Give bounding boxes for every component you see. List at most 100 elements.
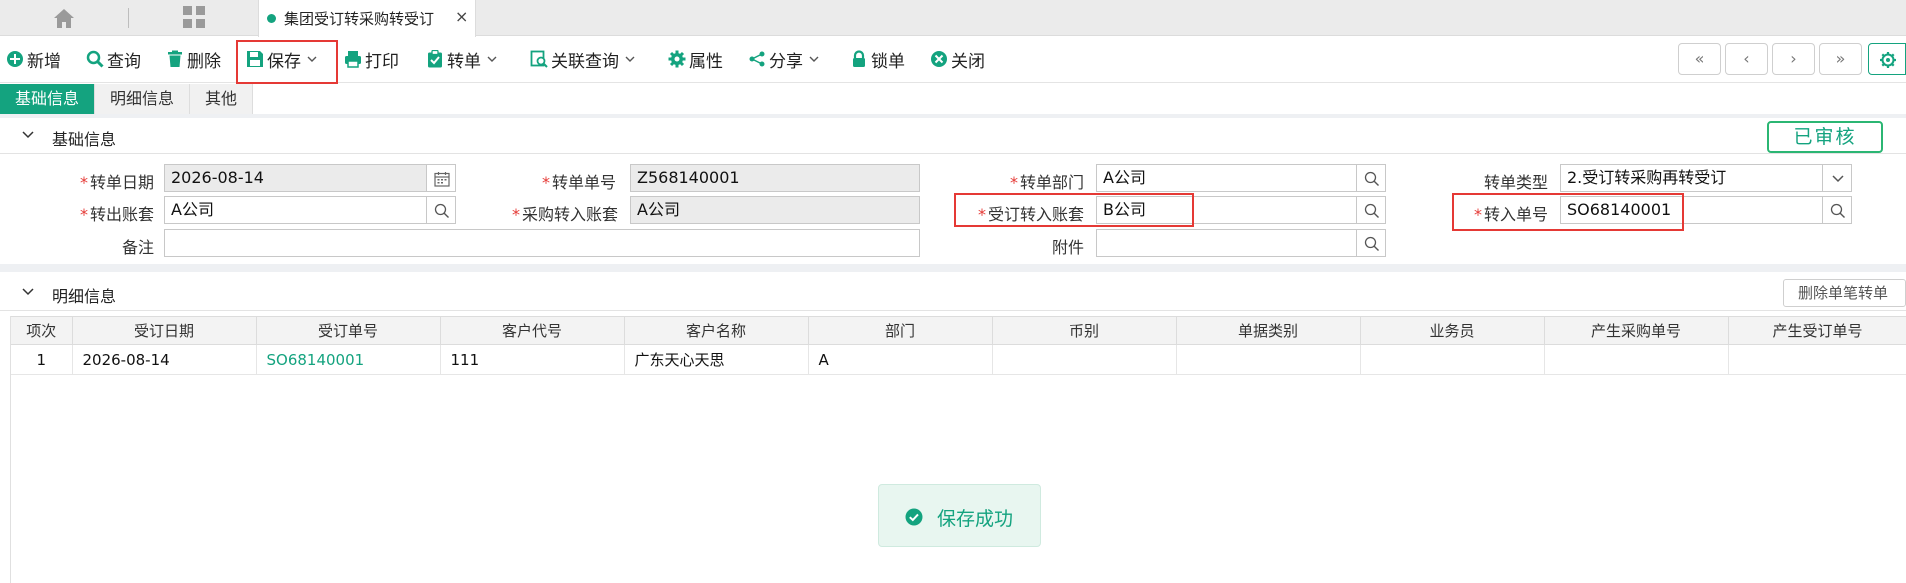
detail-info-section-header[interactable]: 明细信息 (0, 275, 1906, 311)
lock-icon (853, 50, 865, 67)
column-header[interactable]: 产生采购单号 (1544, 316, 1729, 345)
column-header[interactable]: 产生受订单号 (1728, 316, 1906, 345)
trash-icon (168, 50, 182, 67)
remark-field[interactable] (164, 229, 920, 257)
search-icon (434, 203, 449, 218)
table-row[interactable]: 1 2026-08-14 SO68140001 111 广东天心天思 A (11, 344, 1906, 375)
out-account-field[interactable]: A公司 (164, 196, 428, 224)
search-icon (1364, 236, 1379, 251)
column-header[interactable]: 项次 (11, 316, 73, 345)
dept-lookup-button[interactable] (1356, 164, 1386, 192)
close-circle-icon (931, 51, 947, 67)
section-gap (0, 264, 1906, 272)
subtab-basic-info[interactable]: 基础信息 (0, 84, 96, 114)
related-query-label: 关联查询 (551, 51, 619, 72)
in-no-highlight-box (1452, 193, 1684, 231)
query-button[interactable]: 查询 (86, 45, 141, 73)
transfer-button[interactable]: 转单 (426, 45, 497, 73)
lock-button[interactable]: 锁单 (850, 45, 905, 73)
approved-status-badge: 已审核 (1767, 121, 1883, 153)
toast-message: 保存成功 (937, 508, 1014, 530)
transfer-date-field[interactable]: 2026-08-14 (164, 164, 428, 192)
column-header[interactable]: 客户名称 (624, 316, 809, 345)
chevron-down-icon[interactable] (809, 54, 819, 64)
column-header[interactable]: 受订日期 (72, 316, 257, 345)
out-account-lookup-button[interactable] (426, 196, 456, 224)
document-search-icon (530, 50, 548, 68)
search-icon (1830, 203, 1845, 218)
add-label: 新增 (27, 51, 61, 72)
subtab-other[interactable]: 其他 (190, 84, 254, 114)
tab-separator (128, 8, 129, 28)
attachment-lookup-button[interactable] (1356, 229, 1386, 257)
nav-last-button[interactable]: » (1819, 43, 1862, 75)
nav-prev-button[interactable]: ‹ (1725, 43, 1768, 75)
grid-apps-icon[interactable] (182, 5, 206, 29)
table-cell: 广东天心天思 (624, 344, 809, 375)
out-account-label: * 转出账套 (79, 205, 154, 224)
gear-icon (1880, 52, 1896, 68)
table-cell: 111 (440, 344, 625, 375)
column-header[interactable]: 部门 (808, 316, 993, 345)
check-circle-icon (905, 508, 923, 526)
related-query-button[interactable]: 关联查询 (530, 45, 635, 73)
table-cell (1360, 344, 1545, 375)
attachment-label: 附件 (1051, 238, 1084, 257)
basic-info-section-title: 基础信息 (52, 130, 117, 149)
share-button[interactable]: 分享 (748, 45, 819, 73)
transfer-no-field[interactable]: Z568140001 (630, 164, 920, 192)
basic-info-section-header[interactable]: 基础信息 (0, 118, 1906, 154)
chevron-down-icon[interactable] (487, 54, 497, 64)
nav-next-button[interactable]: › (1772, 43, 1815, 75)
attachment-field[interactable] (1096, 229, 1358, 257)
table-cell (1728, 344, 1906, 375)
clipboard-icon (428, 50, 442, 68)
add-button[interactable]: 新增 (6, 45, 61, 73)
transfer-dept-field[interactable]: A公司 (1096, 164, 1358, 192)
search-icon (86, 50, 104, 68)
home-icon[interactable] (52, 7, 76, 29)
save-highlight-box (236, 40, 338, 84)
chevron-down-icon (22, 131, 34, 139)
subtab-detail-info[interactable]: 明细信息 (95, 84, 191, 114)
in-no-lookup-button[interactable] (1822, 196, 1852, 224)
column-header[interactable]: 单据类别 (1176, 316, 1361, 345)
order-in-account-lookup-button[interactable] (1356, 196, 1386, 224)
property-label: 属性 (689, 51, 723, 72)
active-dot-icon (267, 14, 276, 23)
transfer-type-dropdown-button[interactable] (1822, 164, 1852, 192)
document-tab[interactable]: 集团受订转采购转受订 × (258, 0, 476, 37)
print-button[interactable]: 打印 (344, 45, 399, 73)
app-root: 集团受订转采购转受订 × 新增 查询 删除 保存 打印 转单 关联查询 属性 分… (0, 0, 1906, 583)
property-button[interactable]: 属性 (668, 45, 723, 73)
detail-info-section-title: 明细信息 (52, 287, 117, 306)
lock-label: 锁单 (871, 51, 905, 72)
sub-tabs: 基础信息 明细信息 其他 (0, 84, 256, 114)
search-icon (1364, 171, 1379, 186)
nav-first-button[interactable]: « (1678, 43, 1721, 75)
chevron-down-icon (22, 288, 34, 296)
delete-button[interactable]: 删除 (166, 45, 221, 73)
column-header[interactable]: 业务员 (1360, 316, 1545, 345)
transfer-date-label: * 转单日期 (79, 173, 154, 192)
chevron-down-icon[interactable] (625, 54, 635, 64)
purchase-in-account-field[interactable]: A公司 (630, 196, 920, 224)
share-label: 分享 (769, 51, 803, 72)
transfer-type-label: 转单类型 (1483, 173, 1548, 192)
column-header[interactable]: 客户代号 (440, 316, 625, 345)
column-header[interactable]: 币别 (992, 316, 1177, 345)
tab-bar: 集团受订转采购转受订 × (0, 0, 1906, 37)
close-tab-icon[interactable]: × (455, 7, 468, 26)
table-cell: 2026-08-14 (72, 344, 257, 375)
column-header[interactable]: 受订单号 (256, 316, 441, 345)
date-picker-button[interactable] (426, 164, 456, 192)
table-cell[interactable]: SO68140001 (256, 344, 441, 375)
settings-button[interactable] (1868, 43, 1906, 75)
plus-circle-icon (7, 51, 23, 67)
transfer-type-select[interactable]: 2.受订转采购再转受订 (1560, 164, 1824, 192)
delete-line-transfer-button[interactable]: 删除单笔转单 (1783, 279, 1906, 307)
close-label: 关闭 (951, 51, 985, 72)
close-button[interactable]: 关闭 (930, 45, 985, 73)
calendar-icon (434, 172, 450, 187)
remark-label: 备注 (121, 238, 154, 257)
